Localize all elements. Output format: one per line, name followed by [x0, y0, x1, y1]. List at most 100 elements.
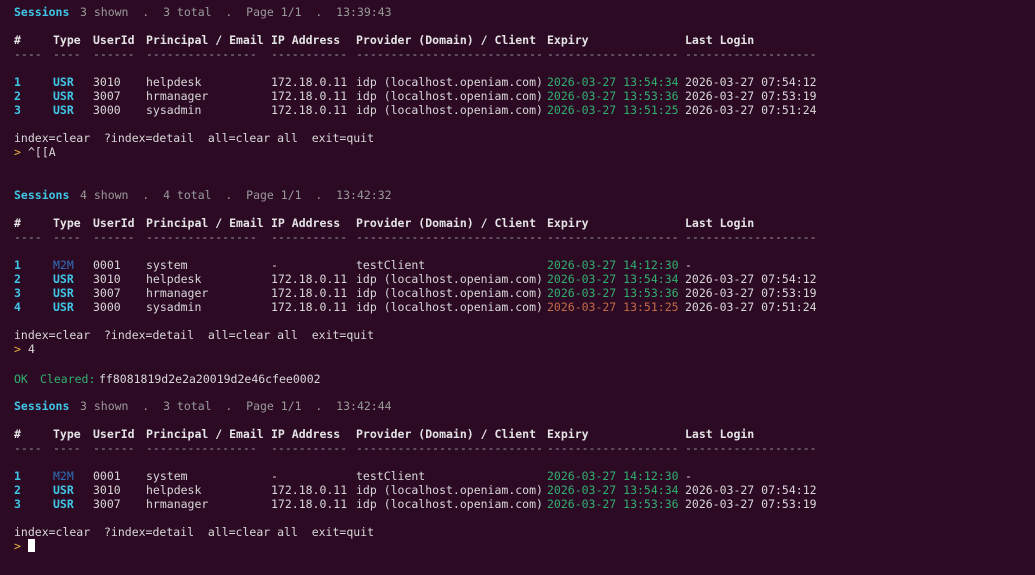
- help-text: index=clear ?index=detail all=clear all …: [14, 525, 375, 539]
- column-separator: -------------------: [547, 47, 679, 61]
- row-type: USR: [53, 103, 74, 117]
- table-row[interactable]: 1 M2M 0001 system - testClient 2026-03-27 14:1…: [0, 469, 1035, 483]
- row-principal: sysadmin: [146, 300, 202, 314]
- row-expiry: 2026-03-27 13:53:36: [547, 286, 679, 300]
- row-provider: idp (localhost.openiam.com): [356, 497, 543, 511]
- column-separator: ----------------: [146, 47, 257, 61]
- table-row[interactable]: 3 USR 3007 hrmanager 172.18.0.11 idp (localho…: [0, 497, 1035, 511]
- table-row[interactable]: 4 USR 3000 sysadmin 172.18.0.11 idp (localhos…: [0, 300, 1035, 314]
- row-index: 4: [14, 300, 21, 314]
- row-last-login: -: [685, 258, 692, 272]
- row-type: USR: [53, 75, 74, 89]
- terminal-window[interactable]: Sessions 3 shown . 3 total . Page 1/1 . 1…: [0, 0, 1035, 575]
- table-separator: ---- ---- ------ ---------------- ----------…: [0, 47, 1035, 61]
- ok-status: OK: [14, 372, 28, 386]
- table-row[interactable]: 3 USR 3000 sysadmin 172.18.0.11 idp (localhos…: [0, 103, 1035, 117]
- table-row[interactable]: 1 USR 3010 helpdesk 172.18.0.11 idp (localhos…: [0, 75, 1035, 89]
- row-provider: idp (localhost.openiam.com): [356, 300, 543, 314]
- table-row[interactable]: 3 USR 3007 hrmanager 172.18.0.11 idp (localho…: [0, 286, 1035, 300]
- row-ip: 172.18.0.11: [271, 483, 348, 497]
- column-separator: ----: [14, 230, 42, 244]
- row-principal: hrmanager: [146, 89, 209, 103]
- table-separator: ---- ---- ------ ---------------- ----------…: [0, 441, 1035, 455]
- row-provider: idp (localhost.openiam.com): [356, 272, 543, 286]
- row-userid: 3010: [93, 272, 121, 286]
- row-provider: testClient: [356, 258, 426, 272]
- column-header: IP Address: [271, 216, 341, 230]
- row-userid: 3000: [93, 103, 121, 117]
- cleared-session-id: ff8081819d2e2a20019d2e46cfee0002: [99, 372, 321, 386]
- column-header: #: [14, 427, 21, 441]
- row-last-login: 2026-03-27 07:53:19: [685, 286, 817, 300]
- row-expiry: 2026-03-27 14:12:30: [547, 469, 679, 483]
- row-principal: system: [146, 258, 188, 272]
- sessions-info: 3 shown . 3 total . Page 1/1 . 13:39:43: [80, 5, 392, 19]
- row-index: 2: [14, 272, 21, 286]
- row-last-login: 2026-03-27 07:53:19: [685, 89, 817, 103]
- row-last-login: 2026-03-27 07:51:24: [685, 103, 817, 117]
- column-header: Expiry: [547, 427, 589, 441]
- prompt-line[interactable]: > ^[[A: [0, 145, 1035, 159]
- column-header: Provider (Domain) / Client: [356, 216, 537, 230]
- table-row[interactable]: 2 USR 3010 helpdesk 172.18.0.11 idp (localhos…: [0, 483, 1035, 497]
- row-userid: 3007: [93, 89, 121, 103]
- row-expiry: 2026-03-27 13:53:36: [547, 89, 679, 103]
- sessions-title: Sessions: [14, 5, 70, 19]
- help-line: index=clear ?index=detail all=clear all …: [0, 131, 1035, 145]
- table-row[interactable]: 2 USR 3007 hrmanager 172.18.0.11 idp (localho…: [0, 89, 1035, 103]
- row-expiry: 2026-03-27 13:51:25: [547, 103, 679, 117]
- prompt-input: 4: [28, 342, 35, 356]
- row-last-login: 2026-03-27 07:54:12: [685, 272, 817, 286]
- ok-label: Cleared:: [40, 372, 96, 386]
- row-userid: 3010: [93, 75, 121, 89]
- row-type: USR: [53, 497, 74, 511]
- row-provider: idp (localhost.openiam.com): [356, 103, 543, 117]
- sessions-title-line: Sessions 4 shown . 4 total . Page 1/1 . 1…: [0, 188, 1035, 202]
- sessions-info: 3 shown . 3 total . Page 1/1 . 13:42:44: [80, 399, 392, 413]
- column-header: Type: [53, 33, 81, 47]
- prompt-line[interactable]: >4: [0, 342, 1035, 356]
- table-row[interactable]: 2 USR 3010 helpdesk 172.18.0.11 idp (localhos…: [0, 272, 1035, 286]
- help-text: index=clear ?index=detail all=clear all …: [14, 131, 375, 145]
- row-last-login: 2026-03-27 07:51:24: [685, 300, 817, 314]
- row-provider: idp (localhost.openiam.com): [356, 75, 543, 89]
- column-separator: ----------------: [146, 441, 257, 455]
- row-index: 1: [14, 469, 21, 483]
- column-separator: ----: [14, 441, 42, 455]
- row-last-login: 2026-03-27 07:54:12: [685, 483, 817, 497]
- row-provider: idp (localhost.openiam.com): [356, 286, 543, 300]
- row-principal: hrmanager: [146, 286, 209, 300]
- row-ip: -: [271, 258, 278, 272]
- row-ip: 172.18.0.11: [271, 286, 348, 300]
- column-header: Expiry: [547, 33, 589, 47]
- column-header: #: [14, 216, 21, 230]
- column-separator: ---------------------------: [356, 47, 543, 61]
- row-index: 3: [14, 497, 21, 511]
- table-row[interactable]: 1 M2M 0001 system - testClient 2026-03-27 14:1…: [0, 258, 1035, 272]
- row-last-login: 2026-03-27 07:54:12: [685, 75, 817, 89]
- help-text: index=clear ?index=detail all=clear all …: [14, 328, 375, 342]
- row-provider: idp (localhost.openiam.com): [356, 89, 543, 103]
- row-userid: 3007: [93, 497, 121, 511]
- row-expiry: 2026-03-27 13:54:34: [547, 483, 679, 497]
- help-line: index=clear ?index=detail all=clear all …: [0, 328, 1035, 342]
- column-header: Principal / Email: [146, 427, 264, 441]
- prompt-input: ^[[A: [28, 145, 56, 159]
- cursor: [28, 539, 35, 553]
- prompt-symbol: >: [14, 342, 21, 356]
- table-header: # Type UserId Principal / Email IP Address Pr…: [0, 216, 1035, 230]
- prompt-line[interactable]: >: [0, 539, 1035, 553]
- column-separator: -----------: [271, 441, 348, 455]
- row-principal: helpdesk: [146, 272, 202, 286]
- row-type: USR: [53, 272, 74, 286]
- column-header: IP Address: [271, 33, 341, 47]
- row-type: M2M: [53, 469, 74, 483]
- row-last-login: 2026-03-27 07:53:19: [685, 497, 817, 511]
- column-header: UserId: [93, 216, 135, 230]
- row-provider: idp (localhost.openiam.com): [356, 483, 543, 497]
- row-index: 2: [14, 89, 21, 103]
- row-ip: 172.18.0.11: [271, 497, 348, 511]
- column-separator: ---------------------------: [356, 441, 543, 455]
- row-expiry: 2026-03-27 14:12:30: [547, 258, 679, 272]
- row-type: USR: [53, 300, 74, 314]
